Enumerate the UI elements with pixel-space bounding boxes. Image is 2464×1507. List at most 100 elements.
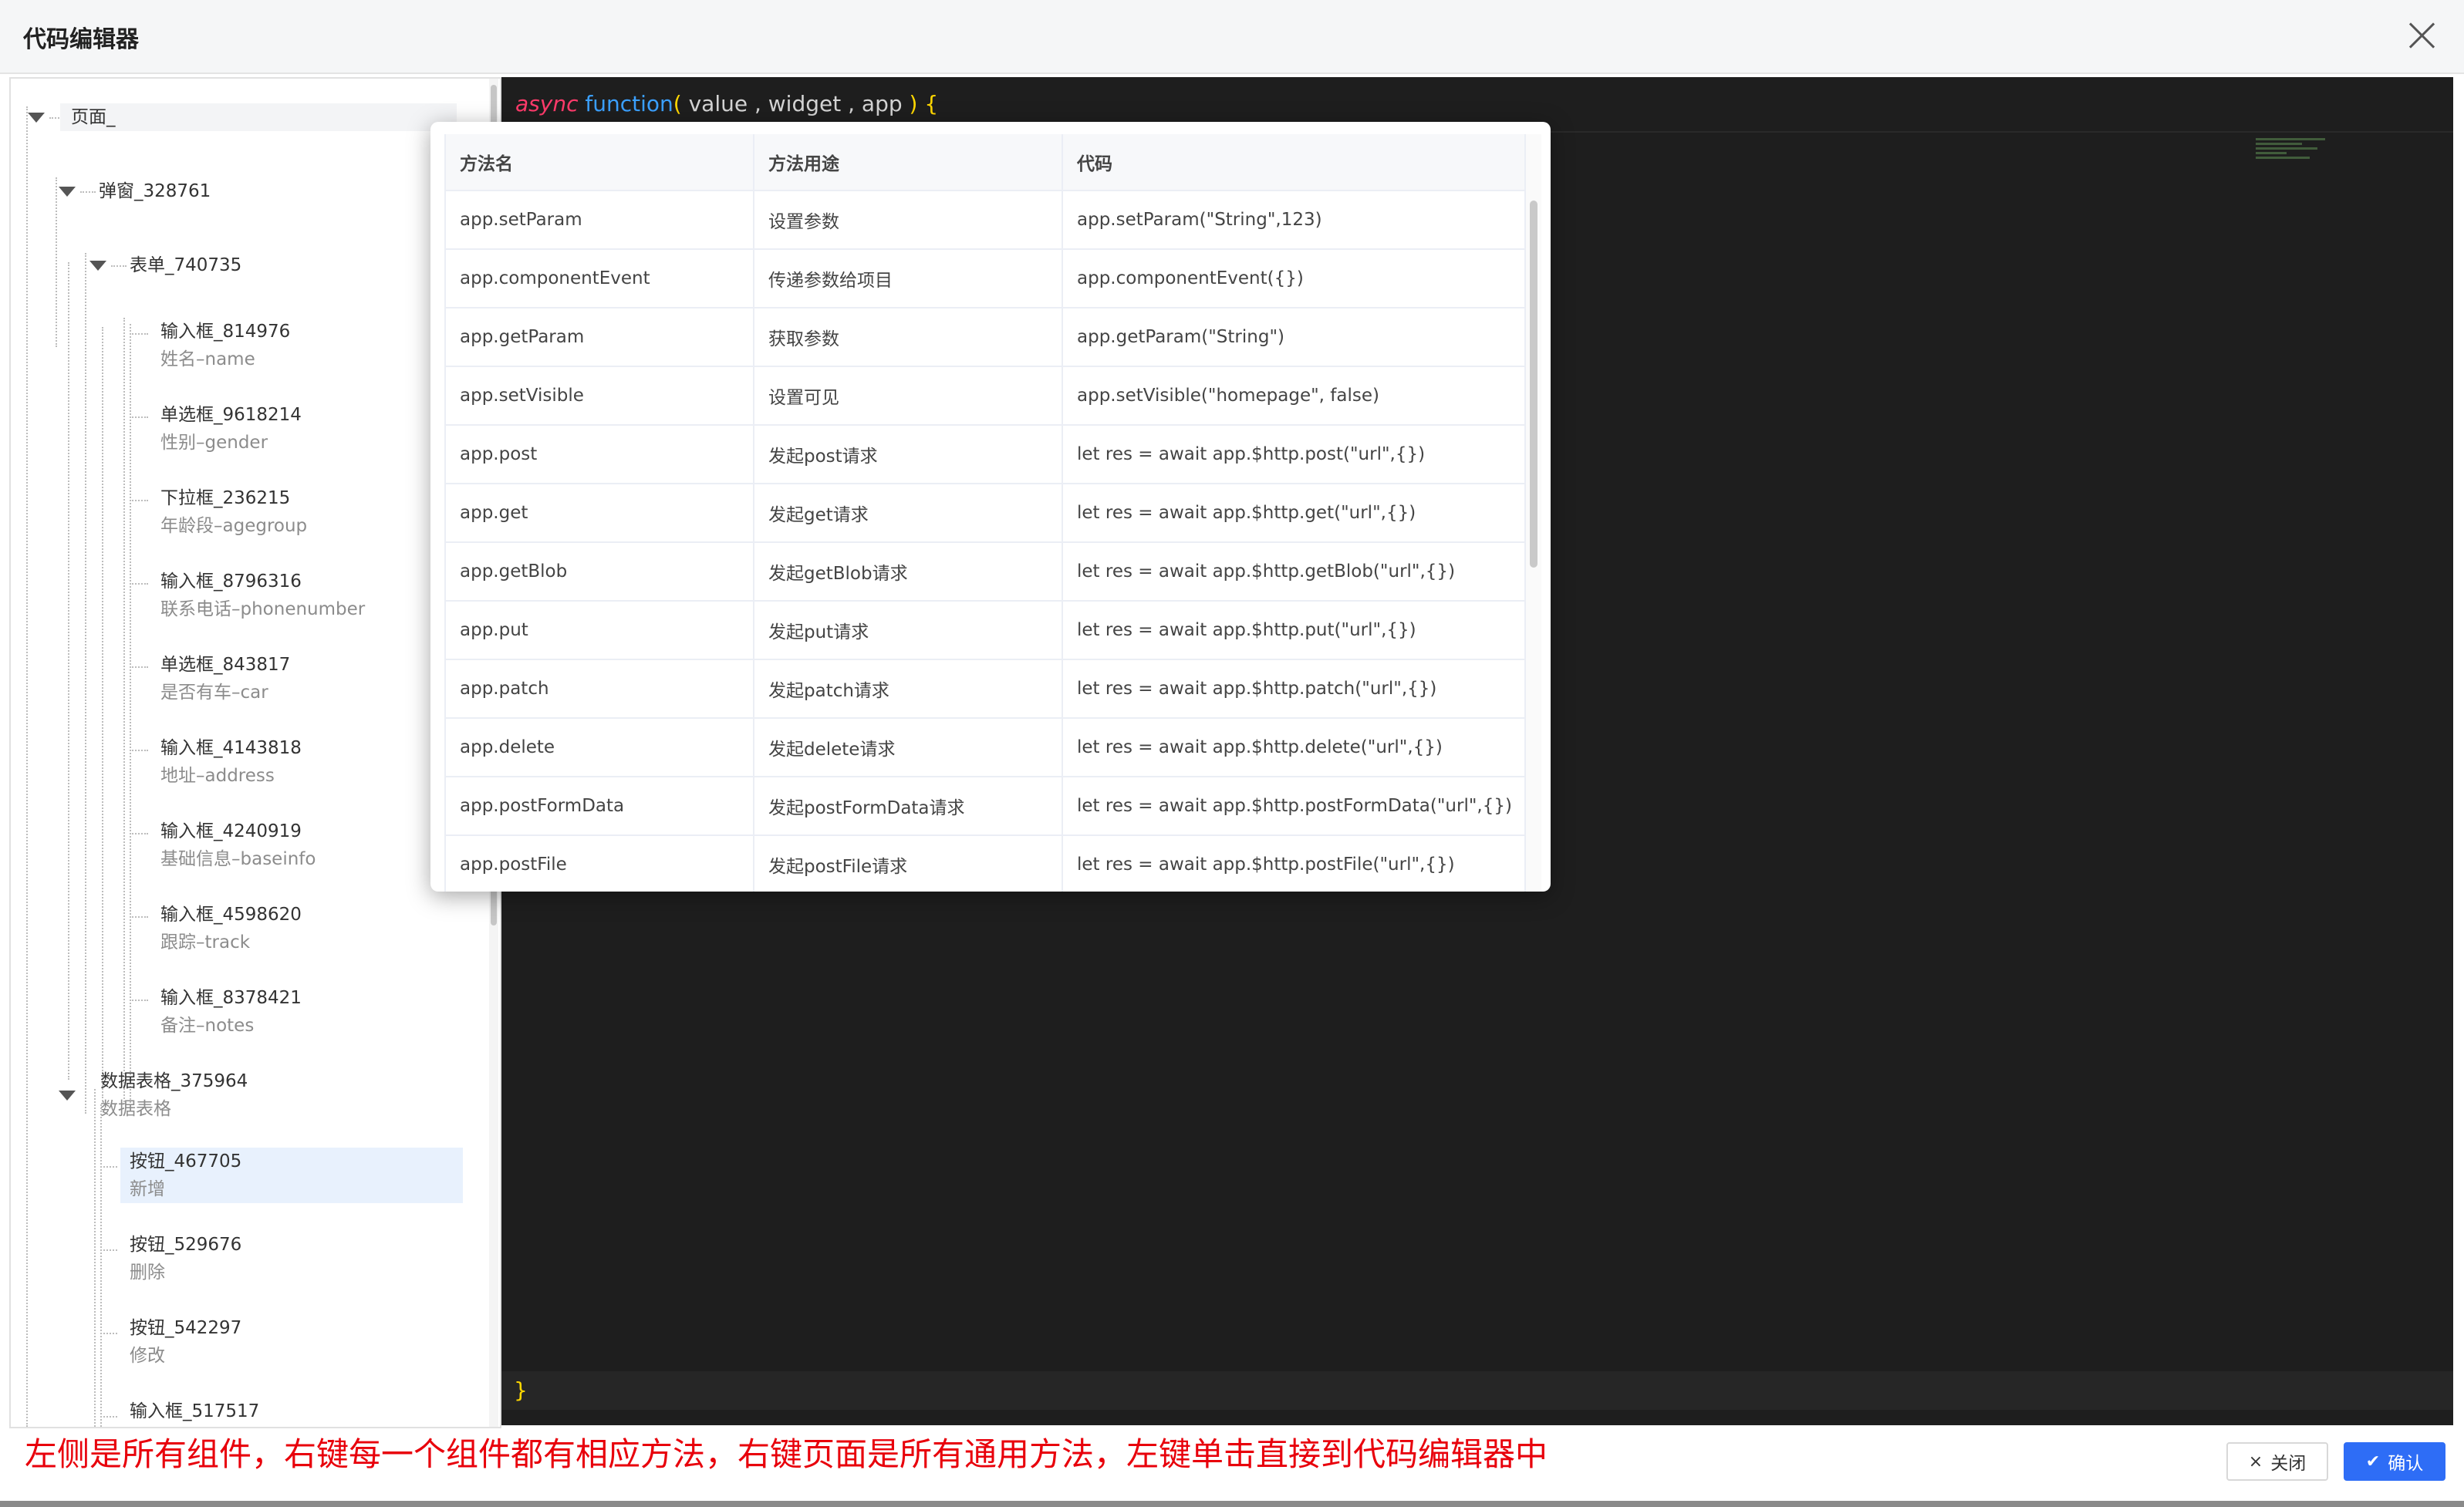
method-purpose-cell: 获取参数 <box>754 308 1063 367</box>
method-name-cell: app.post <box>444 425 754 484</box>
tree-guide <box>130 916 148 918</box>
method-code-cell: let res = await app.$http.postFile("url"… <box>1062 835 1526 892</box>
tree-node-title: 输入框_4143818 <box>160 738 302 758</box>
editor-minimap[interactable] <box>2256 136 2333 167</box>
tree-guide <box>100 1333 117 1334</box>
method-purpose-cell: 发起put请求 <box>754 601 1063 660</box>
tree-guide <box>94 1089 96 1427</box>
method-purpose-cell: 传递参数给项目 <box>754 249 1063 308</box>
check-icon: ✔ <box>2365 1451 2381 1472</box>
tree-node-popup[interactable]: 弹窗_328761 <box>99 177 211 205</box>
method-code-cell: app.componentEvent({}) <box>1062 249 1526 308</box>
table-row[interactable]: app.componentEvent 传递参数给项目 app.componentEv… <box>444 249 1526 308</box>
tree-node-datatable[interactable]: 数据表格_375964 数据表格 <box>100 1067 248 1123</box>
tree-guide <box>80 191 96 193</box>
tree-guide <box>130 333 148 335</box>
tree-guide <box>68 262 69 1080</box>
table-row[interactable]: app.put 发起put请求 let res = await app.$http.… <box>444 601 1526 660</box>
table-row[interactable]: app.delete 发起delete请求 let res = await app.… <box>444 718 1526 777</box>
methods-popup: 方法名 方法用途 代码 app.setParam 设置参数 app.setParam… <box>430 122 1551 892</box>
method-purpose-cell: 发起post请求 <box>754 425 1063 484</box>
close-icon[interactable] <box>2405 19 2439 52</box>
table-row[interactable]: app.getBlob 发起getBlob请求 let res = await ap… <box>444 542 1526 602</box>
tree-node-button[interactable]: 按钮_542297 修改 <box>130 1314 241 1370</box>
tree-node-subtitle: 跟踪–track <box>160 932 251 952</box>
tree-node-field[interactable]: 输入框_517517 <box>130 1397 259 1425</box>
tree-node-field[interactable]: 输入框_814976 姓名–name <box>160 318 290 373</box>
table-row[interactable]: app.patch 发起patch请求 let res = await app.$h… <box>444 659 1526 719</box>
keyword-function: function <box>585 91 673 116</box>
function-params: value , widget , app <box>681 91 910 116</box>
tree-node-field[interactable]: 输入框_4598620 跟踪–track <box>160 901 302 956</box>
instruction-note: 左侧是所有组件，右键每一个组件都有相应方法，右键页面是所有通用方法，左键单击直接… <box>25 1435 1548 1473</box>
method-name-cell: app.getBlob <box>444 542 754 602</box>
close-icon: × <box>2248 1451 2263 1472</box>
expand-caret-icon[interactable] <box>59 1091 76 1101</box>
brace-open: { <box>917 91 939 116</box>
component-tree[interactable]: 页面_ 弹窗_328761 表单_740735 输入框_814976 姓名–na… <box>9 77 501 1428</box>
tree-guide <box>130 750 148 751</box>
table-scrollbar[interactable] <box>1524 134 1541 890</box>
tree-node-subtitle: 联系电话–phonenumber <box>160 599 366 619</box>
method-code-cell: let res = await app.$http.patch("url",{}… <box>1062 659 1526 719</box>
table-row[interactable]: app.setVisible 设置可见 app.setVisible("homepa… <box>444 366 1526 426</box>
tree-guide <box>130 500 148 501</box>
tree-node-title: 页面_ <box>71 107 116 127</box>
method-name-cell: app.get <box>444 484 754 543</box>
tree-node-field[interactable]: 下拉框_236215 年龄段–agegroup <box>160 484 307 540</box>
tree-node-root[interactable]: 页面_ <box>60 103 457 131</box>
method-code-cell: app.setParam("String",123) <box>1062 190 1526 250</box>
tree-node-field[interactable]: 输入框_4240919 基础信息–baseinfo <box>160 818 316 873</box>
current-line-highlight <box>501 1371 2453 1410</box>
tree-node-subtitle: 数据表格 <box>100 1099 171 1119</box>
table-row[interactable]: app.get 发起get请求 let res = await app.$http.… <box>444 484 1526 543</box>
method-name-cell: app.postFormData <box>444 777 754 836</box>
tree-node-field[interactable]: 输入框_8796316 联系电话–phonenumber <box>160 568 365 623</box>
tree-node-subtitle: 基础信息–baseinfo <box>160 849 316 869</box>
table-row[interactable]: app.getParam 获取参数 app.getParam("String") <box>444 308 1526 367</box>
tree-guide <box>100 1416 117 1418</box>
scrollbar-thumb[interactable] <box>1530 201 1537 568</box>
table-row[interactable]: app.postFile 发起postFile请求 let res = await … <box>444 835 1526 892</box>
tree-node-subtitle: 删除 <box>130 1263 165 1283</box>
tree-node-subtitle: 新增 <box>130 1179 165 1199</box>
tree-node-button[interactable]: 按钮_529676 删除 <box>130 1231 241 1286</box>
column-header: 方法用途 <box>754 134 1063 191</box>
tree-node-button[interactable]: 按钮_467705 新增 <box>120 1148 463 1203</box>
tree-guide <box>100 1104 102 1427</box>
expand-caret-icon[interactable] <box>28 113 45 123</box>
keyword-async: async <box>515 91 579 116</box>
method-purpose-cell: 发起postFile请求 <box>754 835 1063 892</box>
column-header: 方法名 <box>444 134 754 191</box>
table-header-row: 方法名 方法用途 代码 <box>444 134 1526 191</box>
tree-guide <box>100 1249 117 1251</box>
table-row[interactable]: app.setParam 设置参数 app.setParam("String",12… <box>444 190 1526 250</box>
tree-guide <box>123 318 125 1104</box>
tree-node-field[interactable]: 输入框_8378421 备注–notes <box>160 984 302 1040</box>
tree-node-subtitle: 是否有车–car <box>160 683 268 703</box>
confirm-button[interactable]: ✔ 确认 <box>2344 1442 2445 1481</box>
method-code-cell: let res = await app.$http.get("url",{}) <box>1062 484 1526 543</box>
method-purpose-cell: 发起getBlob请求 <box>754 542 1063 602</box>
tree-node-field[interactable]: 输入框_4143818 地址–address <box>160 734 302 790</box>
tree-node-field[interactable]: 单选框_9618214 性别–gender <box>160 401 302 457</box>
table-row[interactable]: app.post 发起post请求 let res = await app.$htt… <box>444 425 1526 484</box>
tree-guide <box>130 1000 148 1001</box>
tree-node-title: 输入框_814976 <box>160 322 291 342</box>
tree-guide <box>56 177 57 347</box>
method-name-cell: app.setParam <box>444 190 754 250</box>
expand-caret-icon[interactable] <box>89 261 106 271</box>
tree-guide <box>100 1166 117 1168</box>
tree-node-title: 按钮_529676 <box>130 1235 242 1255</box>
tree-node-title: 输入框_8378421 <box>160 988 302 1008</box>
expand-caret-icon[interactable] <box>59 187 76 197</box>
close-button[interactable]: × 关闭 <box>2226 1442 2328 1481</box>
method-purpose-cell: 发起delete请求 <box>754 718 1063 777</box>
method-code-cell: app.setVisible("homepage", false) <box>1062 366 1526 426</box>
tree-node-form[interactable]: 表单_740735 <box>130 251 241 279</box>
tree-node-field[interactable]: 单选框_843817 是否有车–car <box>160 651 290 706</box>
method-purpose-cell: 发起postFormData请求 <box>754 777 1063 836</box>
method-code-cell: let res = await app.$http.put("url",{}) <box>1062 601 1526 660</box>
table-row[interactable]: app.postFormData 发起postFormData请求 let res … <box>444 777 1526 836</box>
method-name-cell: app.patch <box>444 659 754 719</box>
